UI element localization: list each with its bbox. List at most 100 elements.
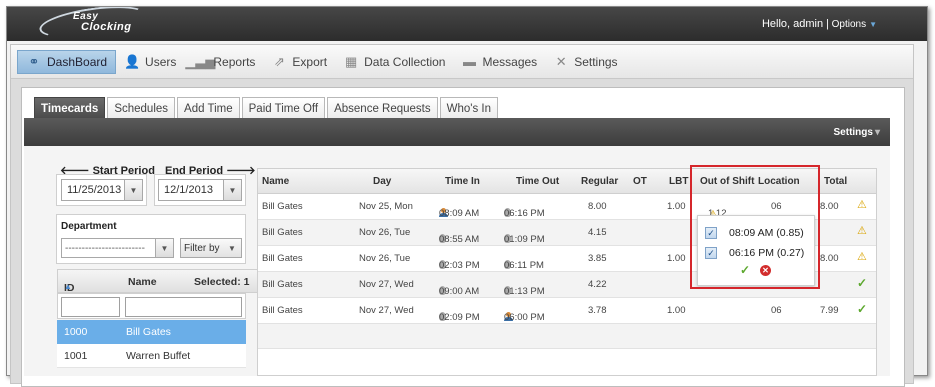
chevron-down-icon[interactable]: ▼	[223, 180, 241, 200]
tab-timecards[interactable]: Timecards	[34, 97, 106, 119]
tab-whos-in[interactable]: Who's In	[439, 97, 499, 119]
col-day[interactable]: Day	[373, 176, 391, 187]
calendar-icon: ▦	[344, 53, 358, 69]
tab-absence-requests[interactable]: Absence Requests	[327, 97, 438, 119]
nav-settings-label: Settings	[574, 54, 618, 69]
top-bar: Easy Clocking Hello, admin | Options ▼	[7, 7, 927, 44]
col-lbt[interactable]: LBT	[669, 176, 688, 187]
timecards-toolbar: Settings ▾	[24, 118, 890, 146]
cell-total: 8.00	[820, 253, 839, 264]
export-icon: ⇗	[273, 53, 285, 69]
cell-name: Bill Gates	[262, 201, 303, 212]
end-date-field[interactable]: 12/1/2013 ▼	[158, 179, 242, 201]
cell-name: Bill Gates	[262, 305, 303, 316]
warning-icon: ⚠	[857, 199, 867, 211]
chevron-down-icon: ▼	[155, 239, 173, 257]
user-icon: 👤	[123, 53, 141, 69]
nav-reports[interactable]: ▁▃▅ Reports	[184, 50, 263, 74]
nav-reports-label: Reports	[213, 54, 256, 69]
employee-name: Bill Gates	[126, 326, 171, 338]
chevron-down-icon: ▼	[228, 243, 236, 253]
nav-messages[interactable]: ▬ Messages	[453, 50, 545, 74]
cell-regular: 3.78	[588, 305, 607, 316]
cell-day: Nov 25, Mon	[359, 201, 413, 212]
nav-dashboard-label: DashBoard	[47, 54, 108, 69]
department-select[interactable]: ------------------------ ▼	[61, 238, 174, 258]
tab-add-time[interactable]: Add Time	[177, 97, 240, 119]
checkmark-icon: ✓	[857, 276, 868, 290]
cell-day: Nov 26, Tue	[359, 253, 411, 264]
time-in-value: 08:09 AM	[439, 208, 480, 219]
col-regular[interactable]: Regular	[581, 176, 618, 187]
time-out-value: 06:00 PM	[504, 312, 545, 323]
cell-regular: 4.22	[588, 279, 607, 290]
time-in-value: 02:03 PM	[439, 260, 480, 271]
grid-empty-row	[258, 324, 876, 349]
time-out-value: 01:09 PM	[504, 234, 545, 245]
message-icon: ▬	[462, 54, 476, 69]
main-nav: ⚭ DashBoard 👤 Users ▁▃▅ Reports ⇗ Export ▦ Da…	[11, 45, 913, 79]
nav-data-collection[interactable]: ▦ Data Collection	[335, 50, 453, 74]
time-out-value: 06:11 PM	[504, 260, 544, 271]
employee-row-selected[interactable]: 1000 Bill Gates	[57, 320, 246, 344]
warning-icon: ⚠	[857, 225, 867, 237]
cell-name: Bill Gates	[262, 253, 303, 264]
chevron-down-icon: ▼	[869, 20, 877, 29]
subtabs: Timecards Schedules Add Time Paid Time O…	[34, 97, 499, 119]
name-filter-input[interactable]	[125, 297, 242, 317]
nav-users[interactable]: 👤 Users	[116, 50, 184, 74]
highlight-box	[690, 165, 820, 289]
options-menu[interactable]: Options ▼	[832, 19, 877, 30]
nav-messages-label: Messages	[482, 54, 538, 69]
toolbar-settings[interactable]: Settings ▾	[834, 127, 880, 138]
tab-schedules[interactable]: Schedules	[107, 97, 176, 119]
id-filter-input[interactable]	[61, 297, 120, 317]
start-date-value: 11/25/2013	[67, 184, 122, 196]
time-out-value: 06:16 PM	[504, 208, 545, 219]
cell-name: Bill Gates	[262, 279, 303, 290]
cell-day: Nov 27, Wed	[359, 279, 414, 290]
nav-dashboard[interactable]: ⚭ DashBoard	[17, 49, 117, 74]
logo-word2: Clocking	[81, 21, 132, 33]
chevron-down-icon: ▾	[874, 127, 880, 138]
name-column-header[interactable]: Name	[128, 276, 157, 288]
cell-lbt: 1.00	[667, 253, 686, 264]
col-name[interactable]: Name	[262, 176, 289, 187]
filter-by-button[interactable]: Filter by ▼	[180, 238, 242, 258]
employee-id: 1001	[64, 350, 88, 362]
time-in-value: 09:00 AM	[439, 286, 480, 297]
col-ot[interactable]: OT	[633, 176, 647, 187]
tab-paid-time-off[interactable]: Paid Time Off	[241, 97, 326, 119]
checkmark-icon: ✓	[857, 302, 868, 316]
bar-chart-icon: ▁▃▅	[185, 53, 216, 69]
nav-users-label: Users	[145, 54, 177, 69]
start-date-field[interactable]: 11/25/2013 ▼	[61, 179, 143, 201]
time-in-value: 02:09 PM	[439, 312, 480, 323]
time-out-value: 01:13 PM	[504, 286, 545, 297]
col-total[interactable]: Total	[824, 176, 847, 187]
employee-row[interactable]: 1001 Warren Buffet	[57, 344, 246, 368]
cell-name: Bill Gates	[262, 227, 303, 238]
options-label: Options	[831, 19, 867, 30]
cell-lbt: 1.00	[667, 305, 686, 316]
department-label: Department	[61, 221, 117, 232]
department-select-value: ------------------------	[65, 242, 145, 254]
cell-day: Nov 27, Wed	[359, 305, 414, 316]
employee-name: Warren Buffet	[126, 350, 191, 362]
chevron-down-icon[interactable]: ▼	[124, 180, 142, 200]
nav-export-label: Export	[292, 54, 328, 69]
nav-data-collection-label: Data Collection	[364, 54, 446, 69]
nav-export[interactable]: ⇗ Export	[263, 50, 335, 74]
nav-settings[interactable]: ✕ Settings	[545, 50, 625, 74]
cell-total: 8.00	[820, 201, 839, 212]
cell-total: 7.99	[820, 305, 839, 316]
end-date-value: 12/1/2013	[164, 184, 213, 196]
cell-regular: 4.15	[588, 227, 607, 238]
col-time-in[interactable]: Time In	[445, 176, 480, 187]
greeting: Hello, admin |	[761, 18, 829, 30]
cell-location: 06	[771, 305, 782, 316]
col-time-out[interactable]: Time Out	[516, 176, 559, 187]
employee-list-header: ID # ▲ Name Selected: 1	[57, 269, 271, 306]
table-row[interactable]: Bill Gates Nov 27, Wed 02:09 PM 06:00 PM…	[258, 298, 876, 324]
filter-by-label: Filter by	[184, 242, 220, 254]
